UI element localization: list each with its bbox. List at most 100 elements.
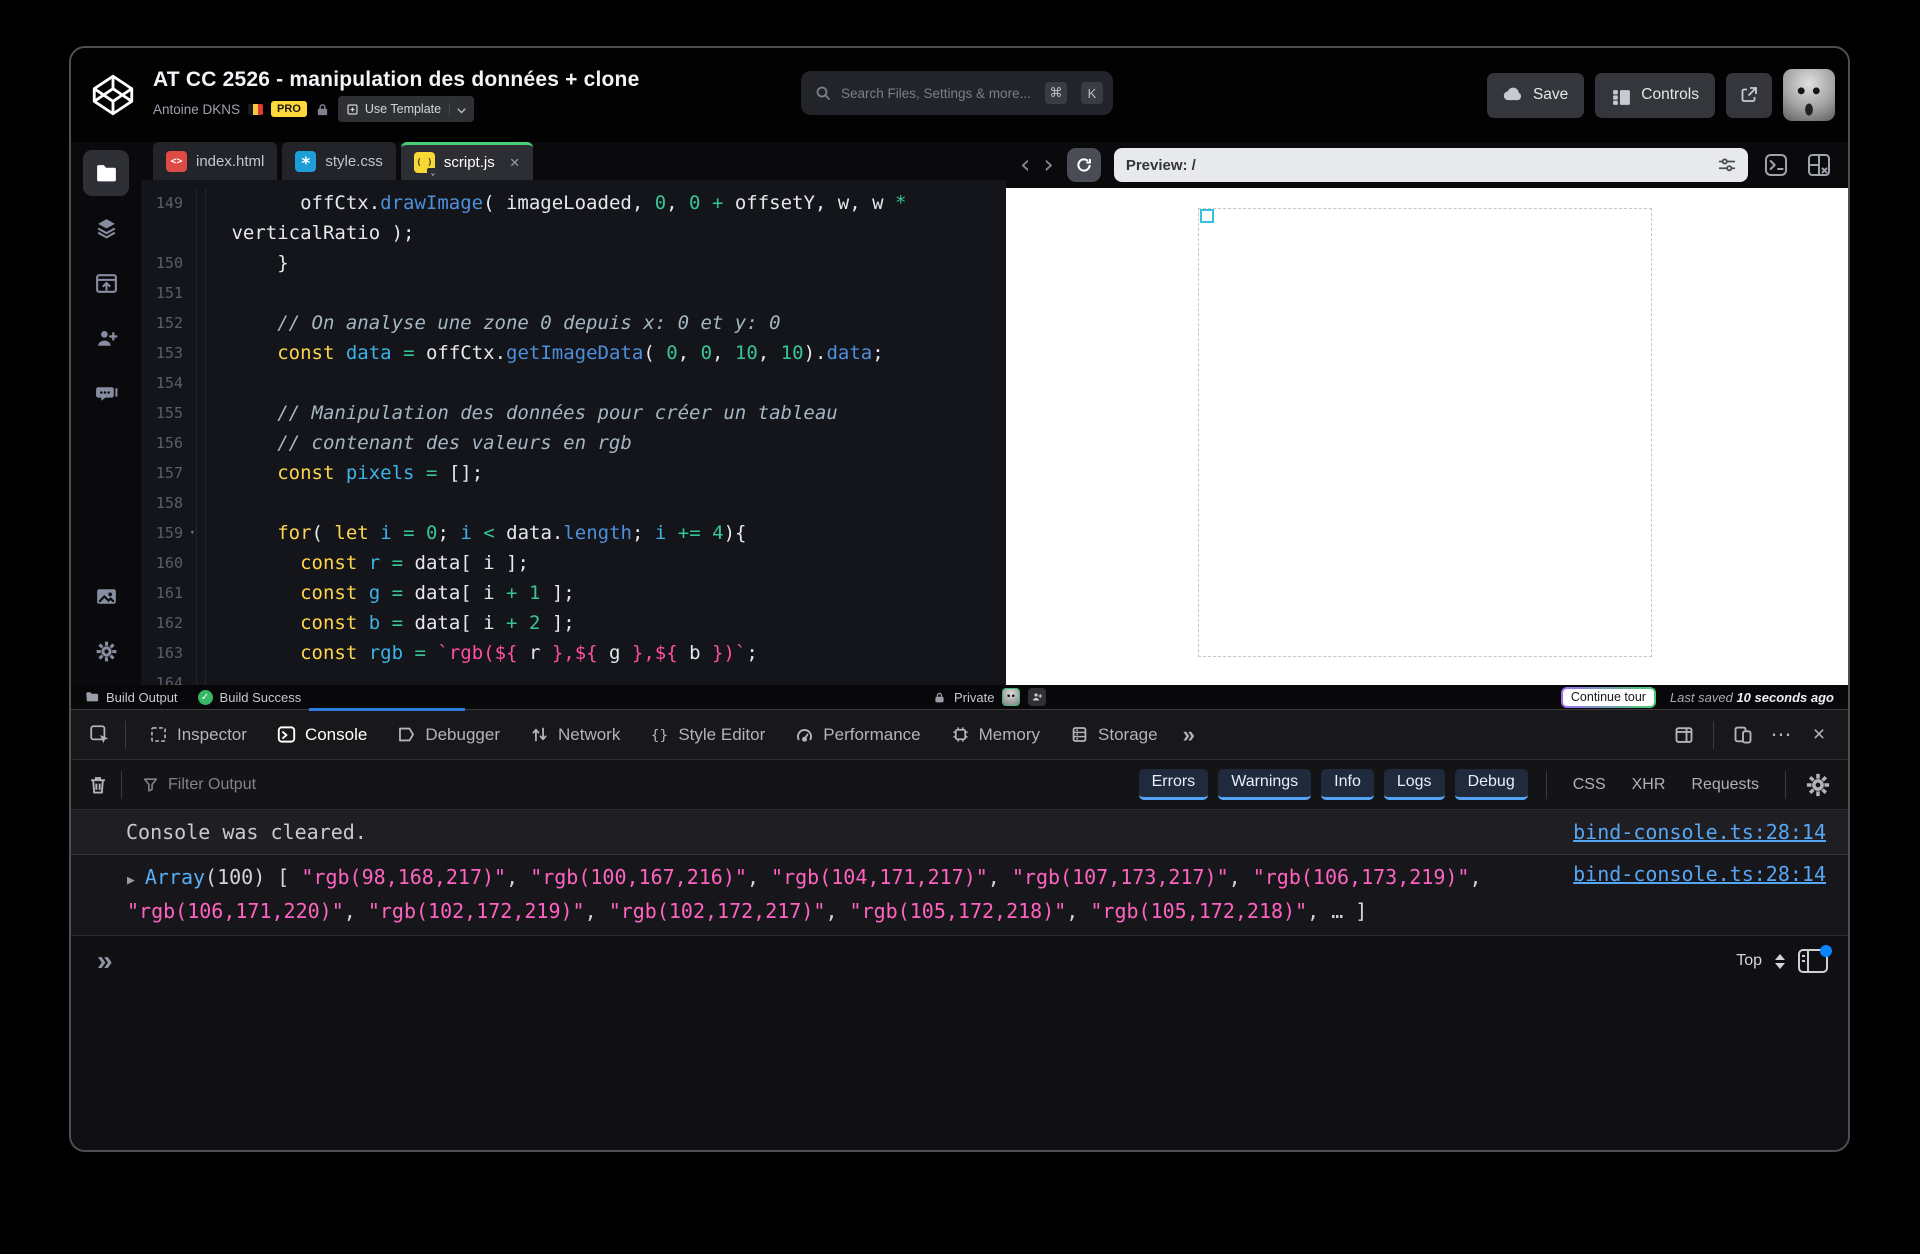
forward-button[interactable]: › [1043,155,1053,175]
code-line[interactable]: 150 } [141,248,1006,278]
code-line[interactable]: 153 const data = offCtx.getImageData( 0,… [141,338,1006,368]
filter-output-input[interactable]: Filter Output [142,776,256,794]
layout-grid-button[interactable] [1804,150,1834,180]
devtools-tab-inspector[interactable]: Inspector [134,710,262,759]
dock-side-button[interactable] [1667,718,1701,752]
filter-debug[interactable]: Debug [1455,769,1528,800]
close-devtools-button[interactable]: × [1802,718,1836,752]
more-options-button[interactable]: ⋯ [1764,718,1798,752]
trash-icon [87,774,109,796]
responsive-mode-icon [1733,725,1753,745]
code-line[interactable]: 160 const r = data[ i ]; [141,548,1006,578]
controls-button[interactable]: Controls [1595,73,1715,118]
devtools-tab-label: Debugger [425,725,500,745]
source-link[interactable]: bind-console.ts:28:14 [1573,862,1826,886]
close-icon[interactable]: × [510,153,520,173]
code-line[interactable]: 162 const b = data[ i + 2 ]; [141,608,1006,638]
sidebar-item-comments[interactable] [83,370,129,416]
category-css[interactable]: CSS [1573,776,1606,794]
search-input[interactable]: Search Files, Settings & more... ⌘ K [801,71,1113,115]
line-number: 164 [141,668,197,685]
code-line[interactable]: 155 // Manipulation des données pour cré… [141,398,1006,428]
sidebar-item-layers[interactable] [83,205,129,251]
devtools-tab-network[interactable]: Network [515,710,635,759]
code-line[interactable]: verticalRatio ); [141,218,1006,248]
code-editor[interactable]: 149 offCtx.drawImage( imageLoaded, 0, 0 … [141,180,1006,685]
filter-logs[interactable]: Logs [1384,769,1445,800]
pick-element-button[interactable] [83,718,117,752]
author-name[interactable]: Antoine DKNS [153,102,240,117]
fold-icon[interactable]: ▾ [190,518,195,548]
codepen-logo-icon[interactable] [89,71,137,119]
add-collaborator-button[interactable] [1028,688,1046,706]
build-status[interactable]: ✓ Build Success [198,690,302,705]
filter-categories: CSS XHR Requests [1573,776,1759,794]
console-toggle-button[interactable] [1761,150,1791,180]
filter-errors[interactable]: Errors [1139,769,1209,800]
code-line[interactable]: 156 // contenant des valeurs en rgb [141,428,1006,458]
expand-icon[interactable]: ▶ [127,873,135,888]
tab-index.html[interactable]: <>index.html [153,142,277,180]
devtools-tab-debugger[interactable]: Debugger [382,710,515,759]
tab-style.css[interactable]: *style.css [282,142,396,180]
devtools-tab-storage[interactable]: Storage [1055,710,1173,759]
chevron-down-icon[interactable] [449,103,466,115]
sidebar-item-assets[interactable] [83,573,129,619]
sidebar-item-settings[interactable] [83,628,129,674]
devtools-tab-memory[interactable]: Memory [936,710,1055,759]
use-template-button[interactable]: Use Template [338,96,474,122]
project-title[interactable]: AT CC 2526 - manipulation des données + … [153,68,639,92]
funnel-icon [142,776,159,793]
code-text: // On analyse une zone 0 depuis x: 0 et … [205,308,781,338]
continue-tour-button[interactable]: Continue tour [1561,687,1656,708]
code-line[interactable]: 154 [141,368,1006,398]
split-console-button[interactable] [1798,949,1828,973]
console-input-row[interactable]: » Top [71,936,1848,986]
tab-script.js[interactable]: ( )⌄script.js× [401,142,533,180]
share-button[interactable] [1726,73,1772,118]
category-requests[interactable]: Requests [1691,776,1759,794]
code-line[interactable]: 159▾ for( let i = 0; i < data.length; i … [141,518,1006,548]
devtools-tab-console[interactable]: Console [262,710,382,759]
code-line[interactable]: 164 [141,668,1006,685]
user-avatar[interactable] [1783,69,1835,121]
frame-selector-arrows-icon[interactable] [1775,954,1785,969]
tab-dropdown-icon[interactable]: ⌄ [427,168,439,178]
refresh-button[interactable] [1067,148,1101,182]
sidebar-item-deploy[interactable] [83,260,129,306]
category-xhr[interactable]: XHR [1632,776,1666,794]
code-line[interactable]: 161 const g = data[ i + 1 ]; [141,578,1006,608]
code-text [205,488,220,518]
preview-url-bar[interactable]: Preview: / [1114,148,1748,182]
code-line[interactable]: 157 const pixels = []; [141,458,1006,488]
build-output-button[interactable]: Build Output [85,690,178,705]
code-line[interactable]: 149 offCtx.drawImage( imageLoaded, 0, 0 … [141,188,1006,218]
back-button[interactable]: ‹ [1020,155,1030,175]
collaborators-icon [94,326,119,351]
console-settings-button[interactable] [1804,771,1832,799]
code-line[interactable]: 151 [141,278,1006,308]
last-saved-status: Last saved 10 seconds ago [1670,690,1834,705]
filter-warnings[interactable]: Warnings [1218,769,1311,800]
console-array-content[interactable]: ▶Array(100) [ "rgb(98,168,217)", "rgb(10… [127,862,1553,926]
code-line[interactable]: 158 [141,488,1006,518]
save-button[interactable]: Save [1487,73,1584,118]
code-line[interactable]: 152 // On analyse une zone 0 depuis x: 0… [141,308,1006,338]
deploy-icon [94,271,119,296]
devtools-tab-performance[interactable]: Performance [780,710,935,759]
tabs-overflow-button[interactable]: » [1173,722,1205,748]
code-line[interactable]: 163 const rgb = `rgb(${ r },${ g },${ b … [141,638,1006,668]
frame-selector[interactable]: Top [1736,952,1762,970]
collaborator-avatar[interactable] [1002,688,1020,706]
devtools-tab-style-editor[interactable]: {}Style Editor [635,710,780,759]
code-text: verticalRatio ); [205,218,414,248]
sliders-icon[interactable] [1718,157,1736,173]
responsive-mode-button[interactable] [1726,718,1760,752]
preview-viewport[interactable] [1006,188,1848,685]
clear-console-button[interactable] [83,770,113,800]
prompt-icon: » [97,945,113,977]
sidebar-item-files[interactable] [83,150,129,196]
source-link[interactable]: bind-console.ts:28:14 [1573,820,1826,844]
sidebar-item-collaborators[interactable] [83,315,129,361]
filter-info[interactable]: Info [1321,769,1374,800]
